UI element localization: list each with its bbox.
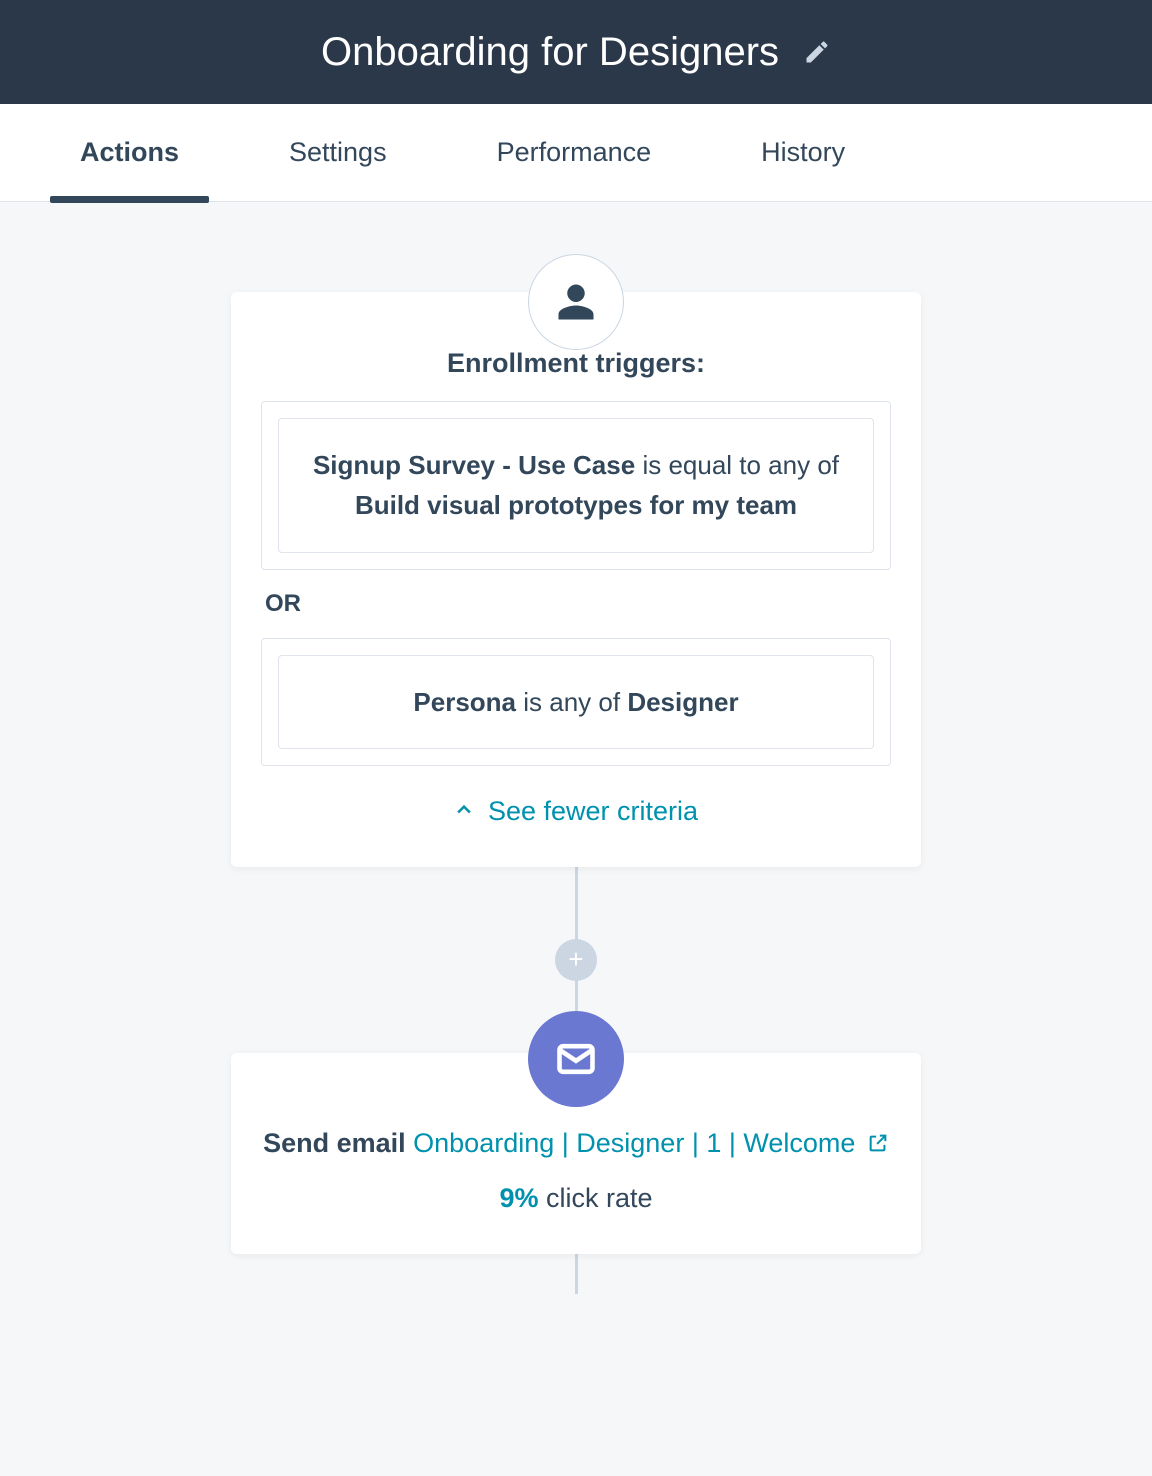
add-step-button[interactable]: + [555,939,597,981]
connector-line [575,867,578,941]
plus-icon: + [568,944,583,975]
email-link[interactable]: Onboarding | Designer | 1 | Welcome [413,1128,855,1158]
or-separator: OR [261,590,891,618]
trigger-heading: Enrollment triggers: [261,348,891,379]
tab-settings[interactable]: Settings [289,104,387,202]
toggle-criteria-label: See fewer criteria [488,796,698,827]
criteria-2: Persona is any of Designer [278,655,874,749]
connector-line [575,1254,578,1294]
click-rate-stat: 9% click rate [261,1183,891,1214]
chevron-up-icon [454,796,474,827]
tab-actions[interactable]: Actions [80,104,179,202]
tab-bar: Actions Settings Performance History [0,104,1152,202]
criteria-1: Signup Survey - Use Case is equal to any… [278,418,874,553]
tab-performance[interactable]: Performance [497,104,652,202]
criteria-group-2[interactable]: Persona is any of Designer [261,638,891,766]
person-icon [528,254,624,350]
criteria-group-1[interactable]: Signup Survey - Use Case is equal to any… [261,401,891,570]
toggle-criteria-link[interactable]: See fewer criteria [261,796,891,827]
tab-history[interactable]: History [761,104,845,202]
workflow-title: Onboarding for Designers [321,30,779,75]
email-icon [528,1011,624,1107]
workflow-canvas: Enrollment triggers: Signup Survey - Use… [0,202,1152,1294]
send-email-card[interactable]: Send email Onboarding | Designer | 1 | W… [231,1053,921,1255]
enrollment-trigger-card[interactable]: Enrollment triggers: Signup Survey - Use… [231,292,921,867]
action-description: Send email Onboarding | Designer | 1 | W… [261,1123,891,1166]
page-header: Onboarding for Designers [0,0,1152,104]
pencil-icon[interactable] [803,38,831,66]
external-link-icon[interactable] [867,1125,889,1166]
